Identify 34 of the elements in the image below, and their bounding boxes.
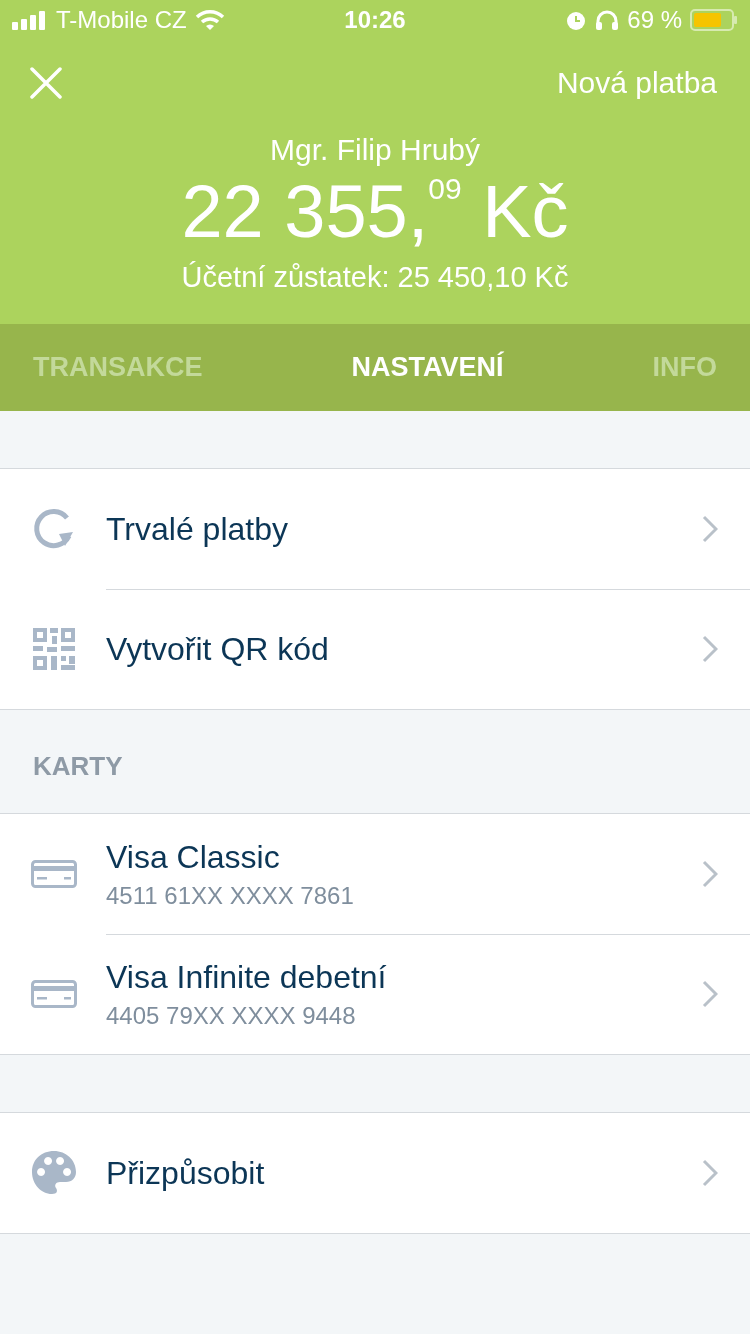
qr-code-icon [31,626,77,672]
card-number: 4511 61XX XXXX 7861 [106,881,355,910]
wifi-icon [194,9,225,31]
chevron-icon [702,635,718,663]
battery-percent: 69 % [627,6,682,34]
row-title: Visa Infinite debetní [106,958,388,996]
battery-icon [690,9,738,31]
settings-row[interactable]: Přizpůsobit [0,1113,750,1233]
chevron-icon [702,980,718,1008]
settings-row[interactable]: Trvalé platby [0,469,750,589]
credit-card-icon [31,980,77,1008]
row-title: Vytvořit QR kód [106,630,330,668]
row-title: Přizpůsobit [106,1154,266,1192]
accounting-balance: Účetní zůstatek: 25 450,10 Kč [181,261,569,294]
palette-icon [31,1150,77,1196]
credit-card-icon [31,860,77,888]
settings-row[interactable]: Vytvořit QR kód [0,589,750,709]
headphones-icon [595,9,620,31]
alarm-clock-icon [565,9,588,31]
settings-row[interactable]: Visa Classic 4511 61XX XXXX 7861 [0,814,750,934]
settings-row[interactable]: Visa Infinite debetní 4405 79XX XXXX 9448 [0,934,750,1054]
available-balance: 22 355,$^{09}$ Kč [181,169,569,255]
chevron-icon [702,860,718,888]
row-title: Trvalé platby [106,510,289,548]
chevron-icon [702,1159,718,1187]
close-icon[interactable] [30,66,62,99]
card-number: 4405 79XX XXXX 9448 [106,1001,357,1030]
row-title: Visa Classic [106,838,281,876]
chevron-icon [702,515,718,543]
signal-icon [12,10,48,30]
carrier-name: T-Mobile CZ [56,6,187,34]
status-time: 10:26 [344,6,406,34]
account-owner: Mgr. Filip Hrubý [269,133,480,167]
section-header: KARTY [33,751,123,782]
